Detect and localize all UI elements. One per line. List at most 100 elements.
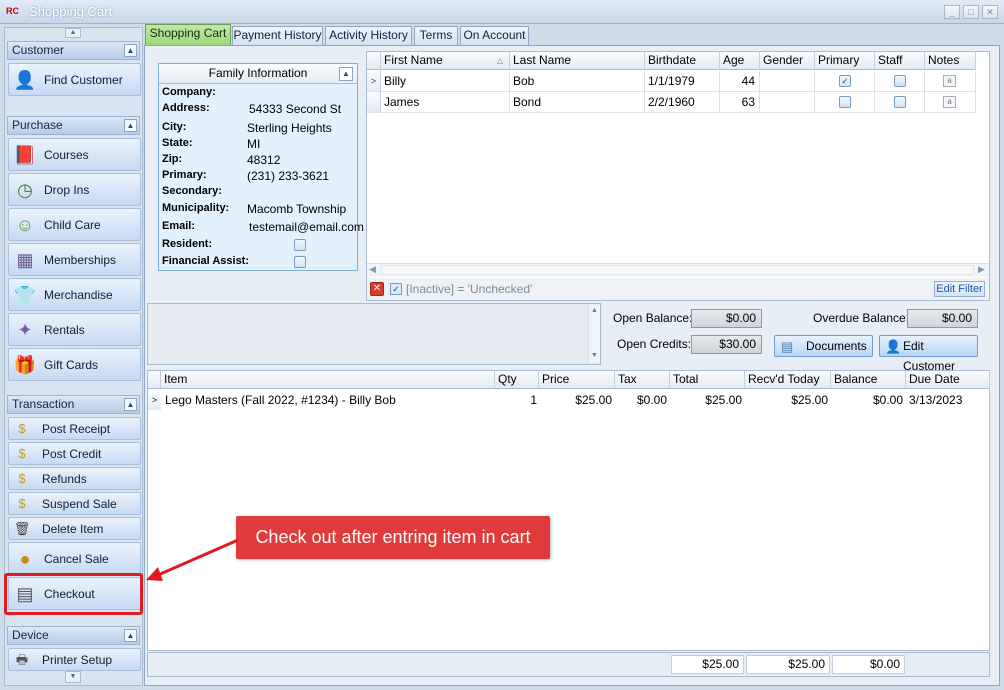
cart-recvd-cell[interactable]: $25.00 [745, 390, 828, 410]
tab-payment-history[interactable]: Payment History [232, 26, 323, 45]
col-header-gender[interactable]: Gender [760, 52, 815, 70]
col-header-item[interactable]: Item [161, 371, 495, 389]
tab-on-account[interactable]: On Account [460, 26, 529, 45]
age-cell[interactable]: 44 [720, 71, 760, 92]
courses-button[interactable]: 📕 Courses [8, 138, 141, 171]
tab-shopping-cart[interactable]: Shopping Cart [145, 24, 231, 45]
person-icon: 👤 [13, 70, 37, 90]
primary-checkbox[interactable] [839, 96, 851, 108]
group-label: Customer [12, 43, 65, 57]
first-name-cell[interactable]: James [381, 92, 510, 113]
birthdate-cell[interactable]: 1/1/1979 [645, 71, 720, 92]
col-header-qty[interactable]: Qty [495, 371, 539, 389]
cart-due-date-cell[interactable]: 3/13/2023 [909, 390, 962, 410]
cart-tax-cell[interactable]: $0.00 [615, 390, 667, 410]
post-receipt-button[interactable]: $ Post Receipt [8, 417, 141, 440]
financial-assist-label: Financial Assist: [162, 255, 250, 267]
printer-setup-button[interactable]: 🖶 Printer Setup [8, 648, 141, 671]
col-header-price[interactable]: Price [539, 371, 615, 389]
group-header-purchase[interactable]: Purchase ▲ [7, 116, 140, 135]
financial-assist-checkbox[interactable] [294, 256, 306, 268]
primary-checkbox[interactable]: ✓ [839, 75, 851, 87]
col-header-tax[interactable]: Tax [615, 371, 670, 389]
collapse-icon[interactable]: ▲ [124, 629, 137, 642]
child-care-button[interactable]: ☺ Child Care [8, 208, 141, 241]
filter-enabled-checkbox[interactable]: ✓ [390, 283, 402, 295]
button-label: Suspend Sale [42, 497, 117, 511]
col-header-age[interactable]: Age [720, 52, 760, 70]
clock-icon: ◷ [17, 180, 33, 200]
documents-button[interactable]: ▤ Documents [774, 335, 873, 357]
birthdate-cell[interactable]: 2/2/1960 [645, 92, 720, 113]
collapse-icon[interactable]: ▲ [124, 44, 137, 57]
delete-item-button[interactable]: 🗑 Delete Item [8, 517, 141, 540]
col-header-birthdate[interactable]: Birthdate [645, 52, 720, 70]
staff-checkbox[interactable] [894, 75, 906, 87]
find-customer-button[interactable]: 👤 Find Customer [8, 63, 141, 96]
city-value: Sterling Heights [247, 121, 332, 135]
cart-total-cell[interactable]: $25.00 [670, 390, 742, 410]
tab-terms[interactable]: Terms [414, 26, 458, 45]
grid-corner [367, 52, 381, 70]
gift-cards-button[interactable]: 🎁 Gift Cards [8, 348, 141, 381]
row-selector[interactable] [367, 92, 381, 113]
col-header-recvd-today[interactable]: Recv'd Today [745, 371, 831, 389]
drop-ins-button[interactable]: ◷ Drop Ins [8, 173, 141, 206]
note-icon[interactable]: a [943, 96, 956, 108]
col-header-primary[interactable]: Primary [815, 52, 875, 70]
scroll-right-icon[interactable]: ▶ [978, 264, 985, 275]
memberships-button[interactable]: ▦ Memberships [8, 243, 141, 276]
scroll-left-icon[interactable]: ◀ [369, 264, 376, 275]
address-value: 54333 Second St [249, 102, 342, 116]
tab-activity-history[interactable]: Activity History [325, 26, 412, 45]
gender-cell[interactable] [760, 71, 815, 92]
age-cell[interactable]: 63 [720, 92, 760, 113]
col-header-first-name[interactable]: First Name △ [381, 52, 510, 70]
suspend-sale-button[interactable]: $ Suspend Sale [8, 492, 141, 515]
col-header-due-date[interactable]: Due Date [906, 371, 990, 389]
button-label: Merchandise [44, 288, 113, 302]
col-header-notes[interactable]: Notes [925, 52, 976, 70]
clear-filter-icon[interactable]: ✕ [370, 282, 384, 296]
rentals-button[interactable]: ✦ Rentals [8, 313, 141, 346]
last-name-cell[interactable]: Bond [510, 92, 645, 113]
shirt-icon: 👕 [13, 285, 37, 305]
merchandise-button[interactable]: 👕 Merchandise [8, 278, 141, 311]
notes-scrollbar[interactable]: ▲ ▼ [588, 305, 600, 363]
resident-checkbox[interactable] [294, 239, 306, 251]
cart-qty-cell[interactable]: 1 [495, 390, 537, 410]
collapse-icon[interactable]: ▲ [124, 119, 137, 132]
nav-scroll-up-icon[interactable]: ▲ [65, 28, 81, 38]
cart-item-cell[interactable]: Lego Masters (Fall 2022, #1234) - Billy … [165, 390, 396, 410]
col-header-total[interactable]: Total [670, 371, 745, 389]
post-credit-button[interactable]: $ Post Credit [8, 442, 141, 465]
edit-filter-button[interactable]: Edit Filter [934, 281, 985, 297]
refunds-button[interactable]: $ Refunds [8, 467, 141, 490]
maximize-icon[interactable]: □ [963, 5, 979, 19]
scrollbar-track[interactable] [381, 265, 974, 275]
first-name-cell[interactable]: Billy [381, 71, 510, 92]
close-icon[interactable]: ✕ [982, 5, 998, 19]
collapse-icon[interactable]: ▲ [339, 67, 353, 81]
collapse-icon[interactable]: ▲ [124, 398, 137, 411]
staff-checkbox[interactable] [894, 96, 906, 108]
group-header-transaction[interactable]: Transaction ▲ [7, 395, 140, 414]
cancel-sale-button[interactable]: ● Cancel Sale [8, 542, 141, 575]
last-name-cell[interactable]: Bob [510, 71, 645, 92]
cart-balance-cell[interactable]: $0.00 [831, 390, 903, 410]
edit-customer-button[interactable]: 👤 Edit Customer [879, 335, 978, 373]
notes-panel[interactable] [147, 303, 601, 365]
col-header-last-name[interactable]: Last Name [510, 52, 645, 70]
col-header-staff[interactable]: Staff [875, 52, 925, 70]
row-selector-icon[interactable]: > [148, 390, 161, 410]
nav-scroll-down-icon[interactable]: ▼ [65, 671, 81, 683]
gender-cell[interactable] [760, 92, 815, 113]
note-icon[interactable]: a [943, 75, 956, 87]
cart-price-cell[interactable]: $25.00 [539, 390, 612, 410]
minimize-icon[interactable]: _ [944, 5, 960, 19]
email-label: Email: [162, 220, 196, 232]
row-selector-icon[interactable]: > [367, 71, 381, 92]
group-header-device[interactable]: Device ▲ [7, 626, 140, 645]
group-header-customer[interactable]: Customer ▲ [7, 41, 140, 60]
col-header-balance[interactable]: Balance [831, 371, 906, 389]
